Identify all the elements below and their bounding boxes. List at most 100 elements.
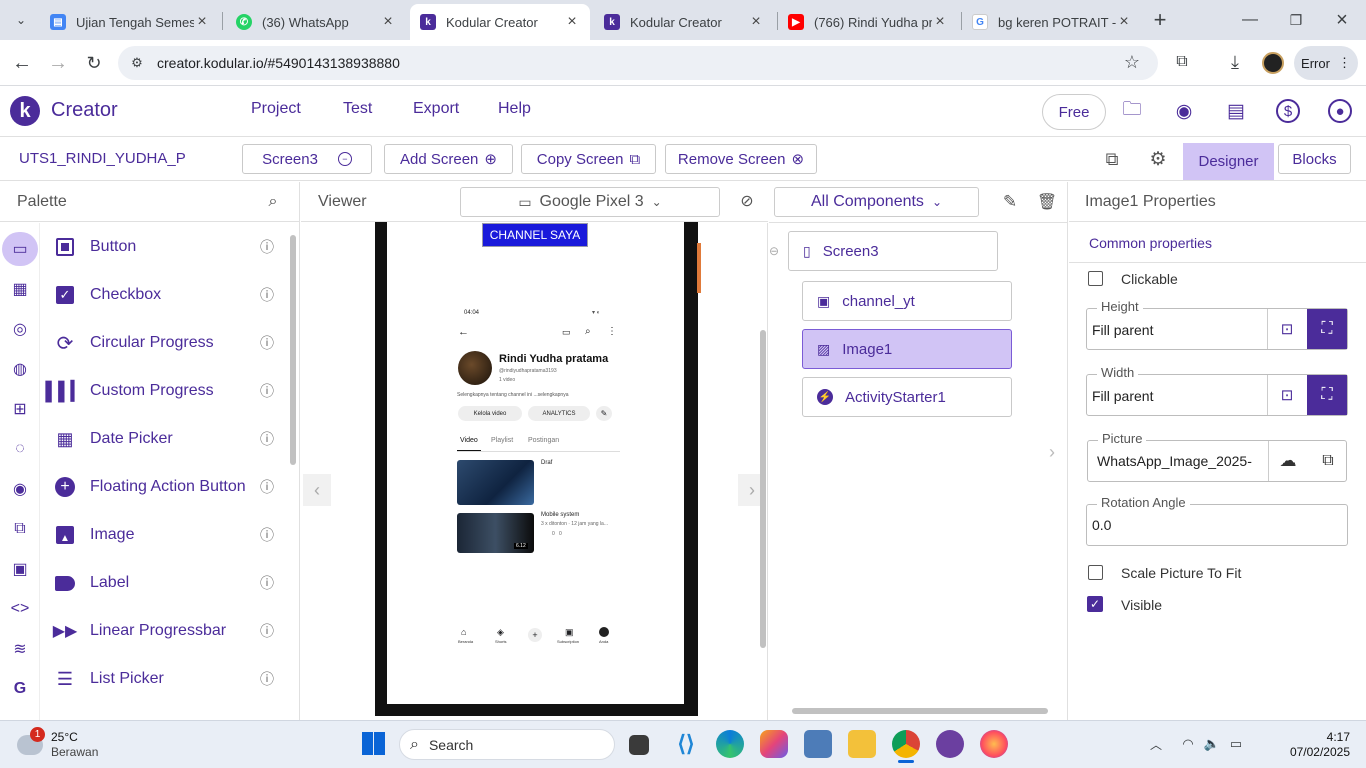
viewer-scrollbar[interactable] (760, 330, 766, 648)
delete-icon[interactable]: 🗑 (1036, 191, 1058, 213)
palette-icon[interactable]: ◉ (1172, 99, 1196, 123)
tree-item-activitystarter1[interactable]: ⚡ ActivityStarter1 (802, 377, 1012, 417)
palette-item-button[interactable]: Button ⓘ (40, 223, 290, 271)
copy-screen-button[interactable]: Copy Screen ⧉ (521, 144, 656, 174)
viewer-prev-icon[interactable]: ‹ (303, 474, 331, 506)
drawing-icon[interactable]: ◍ (8, 357, 32, 381)
fullscreen-icon[interactable]: ⛶ (1307, 375, 1347, 415)
height-value[interactable]: Fill parent (1092, 322, 1153, 338)
palette-item-list-picker[interactable]: ☰ List Picker ⓘ (40, 655, 290, 703)
width-value[interactable]: Fill parent (1092, 388, 1153, 404)
palette-item-floating-action-button[interactable]: + Floating Action Button ⓘ (40, 463, 290, 511)
vscode-icon[interactable]: ⟨⟩ (672, 730, 700, 758)
close-tab-icon[interactable]: × (748, 13, 764, 31)
palette-item-image[interactable]: ▲ Image ⓘ (40, 511, 290, 559)
file-explorer-icon[interactable] (848, 730, 876, 758)
rotation-angle-value[interactable]: 0.0 (1092, 517, 1111, 533)
tab-search-button[interactable]: ⌄ (10, 9, 32, 31)
palette-scrollbar[interactable] (290, 235, 296, 465)
palette-item-date-picker[interactable]: ▦ Date Picker ⓘ (40, 415, 290, 463)
system-tool-icon[interactable] (804, 730, 832, 758)
fit-content-icon[interactable]: ⊡ (1276, 318, 1298, 340)
sensors-icon[interactable]: ◌ (8, 437, 32, 461)
collapse-tree-icon[interactable]: ⊖ (767, 244, 781, 258)
firefox-icon[interactable] (980, 730, 1008, 758)
section-common-properties[interactable]: Common properties (1089, 235, 1212, 251)
volume-icon[interactable]: 🔈 (1202, 735, 1222, 753)
bookmark-star-icon[interactable]: ☆ (1121, 51, 1143, 73)
info-icon[interactable]: ⓘ (260, 237, 290, 257)
screen-select[interactable]: Screen3 − (242, 144, 372, 174)
tray-chevron-icon[interactable]: ︿ (1147, 735, 1165, 753)
fullscreen-icon[interactable]: ⛶ (1307, 309, 1347, 349)
info-icon[interactable]: ⓘ (260, 429, 290, 449)
search-icon[interactable]: ⌕ (262, 191, 284, 213)
tree-item-screen3[interactable]: ▯ Screen3 (788, 231, 998, 271)
user-interface-icon[interactable]: ▭ (8, 237, 32, 261)
upload-cloud-icon[interactable]: ☁ (1276, 450, 1300, 472)
extensions-icon[interactable]: ⧉ (1171, 51, 1193, 73)
plan-free-button[interactable]: Free (1042, 94, 1106, 130)
new-tab-icon[interactable]: + (1148, 7, 1172, 32)
menu-project[interactable]: Project (251, 100, 301, 118)
edge-icon[interactable] (716, 730, 744, 758)
info-icon[interactable]: ⓘ (260, 333, 290, 353)
docs-icon[interactable]: ▤ (1224, 99, 1248, 123)
dollar-icon[interactable]: $ (1276, 99, 1300, 123)
gallery-icon[interactable]: ⧉ (1100, 147, 1124, 171)
profile-avatar[interactable] (1262, 52, 1284, 74)
palette-item-circular-progress[interactable]: ⟳ Circular Progress ⓘ (40, 319, 290, 367)
remove-screen-button[interactable]: Remove Screen ⊗ (665, 144, 817, 174)
info-icon[interactable]: ⓘ (260, 573, 290, 593)
designer-tab[interactable]: Designer (1183, 143, 1274, 180)
browser-tab[interactable]: ▤ Ujian Tengah Semeste × (40, 4, 220, 40)
tree-item-image1[interactable]: ▨ Image1 (802, 329, 1012, 369)
menu-test[interactable]: Test (343, 100, 372, 118)
storage-icon[interactable]: ⧉ (8, 517, 32, 541)
blocks-tab[interactable]: Blocks (1278, 144, 1351, 174)
palette-item-linear-progressbar[interactable]: ▶▶ Linear Progressbar ⓘ (40, 607, 290, 655)
info-icon[interactable]: ⓘ (260, 285, 290, 305)
add-screen-button[interactable]: Add Screen ⊕ (384, 144, 513, 174)
visible-checkbox[interactable]: ✓ (1087, 596, 1103, 612)
task-view-icon[interactable] (629, 735, 649, 755)
browser-tab[interactable]: ✆ (36) WhatsApp × (226, 4, 406, 40)
menu-help[interactable]: Help (498, 100, 531, 118)
site-info-icon[interactable]: ⚙ (126, 52, 148, 74)
maximize-icon[interactable]: ❐ (1284, 8, 1308, 32)
folder-icon[interactable]: 🗀 (1120, 99, 1144, 123)
clock-time[interactable]: 4:17 (1300, 730, 1350, 744)
close-tab-icon[interactable]: × (380, 13, 396, 31)
info-icon[interactable]: ⓘ (260, 669, 290, 689)
clock-date[interactable]: 07/02/2025 (1280, 745, 1350, 759)
connectivity-icon[interactable]: <> (8, 597, 32, 621)
components-h-scrollbar[interactable] (792, 708, 1048, 714)
tree-item-channel-yt[interactable]: ▣ channel_yt (802, 281, 1012, 321)
copilot-icon[interactable] (760, 730, 788, 758)
close-tab-icon[interactable]: × (564, 13, 580, 31)
info-icon[interactable]: ⓘ (260, 525, 290, 545)
maps-icon[interactable]: ⊞ (8, 397, 32, 421)
battery-icon[interactable]: ▭ (1226, 735, 1246, 753)
menu-export[interactable]: Export (413, 100, 459, 118)
media-icon[interactable]: ◎ (8, 317, 32, 341)
kodular-logo[interactable]: k (10, 96, 40, 126)
chrome-icon[interactable] (892, 730, 920, 758)
open-external-icon[interactable]: ⧉ (1317, 450, 1339, 472)
downloads-icon[interactable]: ⤓ (1224, 51, 1246, 73)
forward-icon[interactable]: → (46, 51, 70, 75)
start-windows-icon[interactable] (362, 732, 385, 755)
social-icon[interactable]: ◉ (8, 477, 32, 501)
picture-value[interactable]: WhatsApp_Image_2025- (1097, 453, 1257, 469)
layout-icon[interactable]: ▦ (8, 277, 32, 301)
close-tab-icon[interactable]: × (932, 13, 948, 31)
rename-edit-icon[interactable]: ✎ (999, 191, 1021, 213)
rotation-angle-field[interactable] (1086, 504, 1348, 546)
clickable-checkbox[interactable] (1088, 271, 1103, 286)
channel-yt-button[interactable]: CHANNEL SAYA (482, 223, 588, 247)
info-icon[interactable]: ⓘ (260, 621, 290, 641)
info-icon[interactable]: ⓘ (260, 477, 290, 497)
url-text[interactable]: creator.kodular.io/#5490143138938880 (157, 55, 400, 71)
info-icon[interactable]: ⓘ (260, 381, 290, 401)
feed-icon[interactable]: ≋ (8, 637, 32, 661)
